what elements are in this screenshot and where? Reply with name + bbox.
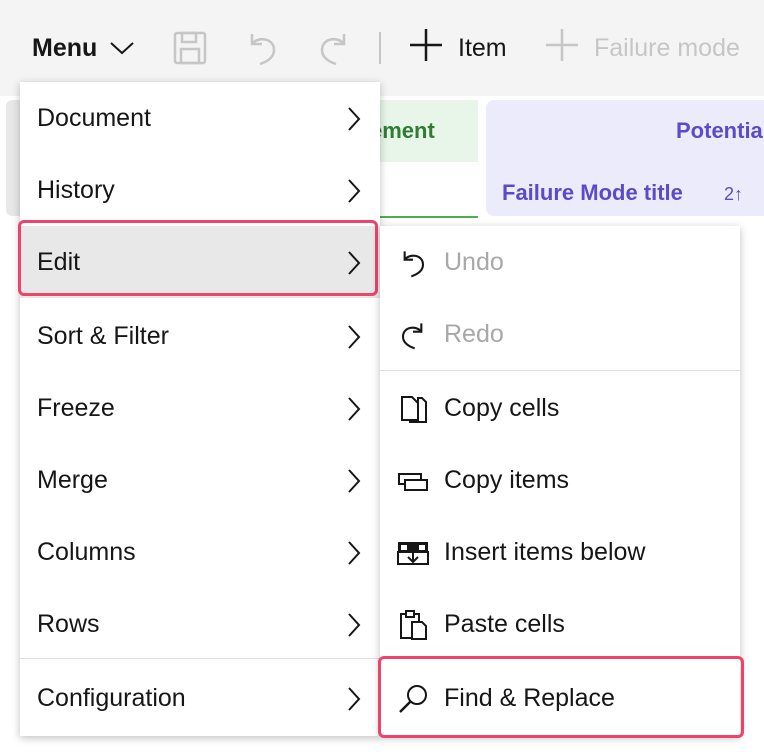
redo-icon	[396, 318, 430, 352]
main-menu: Document History Edit Sort & Filter Free…	[20, 82, 380, 736]
menu-item-rows[interactable]: Rows	[20, 588, 380, 660]
submenu-item-insert-items-below[interactable]: Insert items below	[380, 516, 740, 588]
submenu-item-label: Copy cells	[444, 393, 560, 422]
undo-icon	[396, 246, 430, 280]
edit-highlight-outline	[18, 220, 378, 296]
submenu-item-label: Paste cells	[444, 609, 565, 638]
plus-icon	[544, 27, 580, 70]
menu-item-label: Configuration	[37, 683, 186, 712]
menu-item-label: Columns	[37, 537, 136, 566]
menu-item-document[interactable]: Document	[20, 82, 380, 154]
chevron-right-icon	[346, 396, 362, 422]
potential-header-label: Potentia	[676, 118, 763, 143]
chevron-down-icon	[109, 40, 135, 56]
menu-item-label: History	[37, 175, 115, 204]
copy-icon	[396, 392, 430, 426]
submenu-item-label: Redo	[444, 319, 504, 348]
chevron-right-icon	[346, 178, 362, 204]
failure-mode-title-header[interactable]: Failure Mode title	[502, 180, 683, 206]
redo-icon[interactable]	[316, 28, 352, 68]
column-subheader-requirement	[370, 162, 478, 218]
plus-icon	[408, 27, 444, 70]
menu-item-columns[interactable]: Columns	[20, 516, 380, 588]
column-header-requirement[interactable]: ement	[370, 100, 478, 162]
save-icon[interactable]	[172, 28, 208, 68]
menu-item-label: Rows	[37, 609, 100, 638]
submenu-divider	[380, 370, 740, 371]
add-failure-mode-button[interactable]: Failure mode	[544, 28, 740, 68]
submenu-item-paste-cells[interactable]: Paste cells	[380, 588, 740, 660]
menu-button[interactable]: Menu	[32, 28, 135, 68]
menu-item-label: Freeze	[37, 393, 115, 422]
submenu-item-label: Copy items	[444, 465, 570, 494]
toolbar-divider	[379, 32, 381, 64]
insert-below-icon	[396, 536, 430, 570]
sort-indicator[interactable]: 2↑	[724, 184, 743, 205]
menu-item-merge[interactable]: Merge	[20, 444, 380, 516]
submenu-item-label: Insert items below	[444, 537, 646, 566]
chevron-right-icon	[346, 612, 362, 638]
undo-icon[interactable]	[244, 28, 280, 68]
add-item-button[interactable]: Item	[408, 28, 507, 68]
menu-item-freeze[interactable]: Freeze	[20, 372, 380, 444]
menu-label: Menu	[32, 33, 98, 62]
menu-item-label: Sort & Filter	[37, 321, 169, 350]
chevron-right-icon	[346, 686, 362, 712]
copy-items-icon	[396, 464, 430, 498]
menu-item-label: Merge	[37, 465, 108, 494]
chevron-right-icon	[346, 540, 362, 566]
menu-divider	[20, 658, 380, 659]
find-replace-highlight-outline	[378, 656, 744, 738]
chevron-right-icon	[346, 106, 362, 132]
add-failure-mode-label: Failure mode	[594, 33, 740, 62]
menu-item-sort-filter[interactable]: Sort & Filter	[20, 300, 380, 372]
chevron-right-icon	[346, 324, 362, 350]
menu-item-history[interactable]: History	[20, 154, 380, 226]
submenu-item-redo[interactable]: Redo	[380, 298, 740, 370]
menu-item-configuration[interactable]: Configuration	[20, 662, 380, 734]
menu-item-label: Document	[37, 103, 151, 132]
paste-icon	[396, 608, 430, 642]
submenu-item-copy-cells[interactable]: Copy cells	[380, 372, 740, 444]
add-item-label: Item	[458, 33, 507, 62]
chevron-right-icon	[346, 468, 362, 494]
submenu-item-label: Undo	[444, 247, 504, 276]
submenu-item-copy-items[interactable]: Copy items	[380, 444, 740, 516]
submenu-item-undo[interactable]: Undo	[380, 226, 740, 298]
